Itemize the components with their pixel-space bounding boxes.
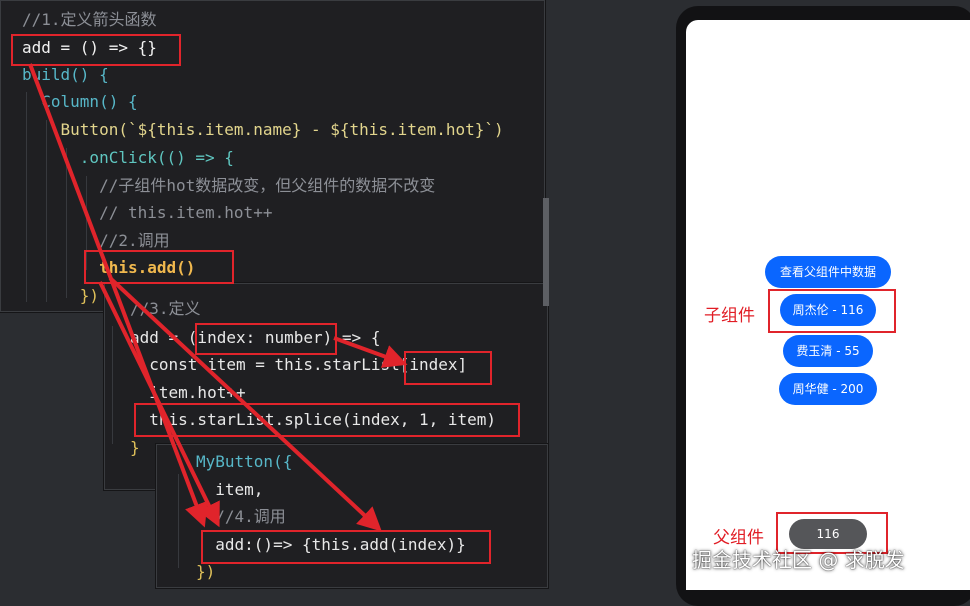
child-component-box [768,289,896,333]
arrow [28,63,208,528]
view-parent-data-button[interactable]: 查看父组件中数据 [765,256,891,288]
arrow [333,336,408,368]
arrow [108,276,382,532]
arrow [98,281,220,528]
child-button-2[interactable]: 费玉清 - 55 [783,335,873,367]
child-component-label: 子组件 [704,306,755,326]
watermark: 掘金技术社区 @ 求脱发 [692,548,905,572]
child-button-3[interactable]: 周华健 - 200 [779,373,877,405]
